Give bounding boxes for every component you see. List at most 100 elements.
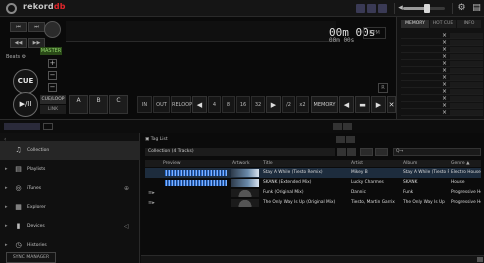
tree-item-collection[interactable]: ♫ Collection <box>0 141 140 160</box>
view-list-button[interactable] <box>336 136 345 143</box>
loop-double-button[interactable]: x2 <box>296 96 309 113</box>
hot-cue-a-button[interactable]: A <box>69 95 88 114</box>
master-tag[interactable]: MASTER <box>40 47 62 55</box>
hot-cue-c-button[interactable]: C <box>109 95 128 114</box>
zoom-in-button[interactable]: + <box>48 59 57 68</box>
tag-list-label[interactable]: ▣ Tag List <box>145 137 168 142</box>
col-album[interactable]: Album <box>403 160 417 167</box>
itunes-refresh-icon[interactable]: ⊕ <box>124 179 129 198</box>
tree-item-explorer[interactable]: ▸ ▦ Explorer <box>0 198 140 217</box>
loop-prev-button[interactable]: ◀ <box>192 96 207 113</box>
memory-next-button[interactable]: ▶ <box>371 96 386 113</box>
delete-cue-icon[interactable]: × <box>442 60 447 67</box>
layout-1-button[interactable] <box>356 4 365 13</box>
memory-cue-row[interactable]: × <box>401 88 483 95</box>
loop-half-button[interactable]: /2 <box>282 96 295 113</box>
search-input[interactable]: Q→ <box>393 148 481 156</box>
loop-size-32[interactable]: 32 <box>251 96 265 113</box>
prev-track-button[interactable]: ⏮ <box>10 22 27 32</box>
memory-cue-row[interactable]: × <box>401 102 483 109</box>
jog-thumbnail[interactable] <box>44 21 61 38</box>
delete-cue-icon[interactable]: × <box>442 102 447 109</box>
track-filter-dropdown[interactable] <box>360 148 373 156</box>
device-eject-icon[interactable]: ◁ <box>124 217 129 236</box>
memory-cue-row[interactable]: × <box>401 32 483 39</box>
cue-loop-link-button[interactable]: LINK <box>40 105 66 114</box>
browser-mode-selector[interactable] <box>4 123 40 130</box>
memory-cue-row[interactable]: × <box>401 109 483 116</box>
analyze-icon[interactable]: ≡▸ <box>148 188 155 198</box>
hot-cue-b-button[interactable]: B <box>89 95 108 114</box>
col-genre[interactable]: Genre ▲ <box>451 160 481 167</box>
delete-cue-icon[interactable]: × <box>442 53 447 60</box>
loop-out-button[interactable]: OUT <box>153 96 170 113</box>
zoom-reset-button[interactable]: − <box>48 83 57 92</box>
memory-button[interactable]: MEMORY <box>311 96 338 113</box>
delete-cue-icon[interactable]: × <box>442 46 447 53</box>
memory-add-button[interactable]: ▬ <box>355 96 370 113</box>
track-row[interactable]: ≡▸ Funk (Original Mix) Dannic Funk Progressi… <box>145 188 481 198</box>
memory-prev-button[interactable]: ◀ <box>339 96 354 113</box>
loop-in-button[interactable]: IN <box>137 96 152 113</box>
tempo-range-button[interactable]: R <box>378 83 388 93</box>
track-row[interactable]: SKANK (Extended Mix) Lucky Charmes SKANK Ho… <box>145 178 481 188</box>
expand-arrow-icon[interactable]: ▸ <box>5 198 8 217</box>
analyze-icon[interactable]: ≡▸ <box>148 198 155 208</box>
expand-arrow-icon[interactable]: ▸ <box>5 179 8 198</box>
col-title[interactable]: Title <box>263 160 273 167</box>
tree-item-devices[interactable]: ▸ ▮ Devices ◁ <box>0 217 140 236</box>
track-row[interactable]: ≡▸ The Only Way Is Up (Original Mix) Tiest… <box>145 198 481 208</box>
filter-button[interactable] <box>337 148 346 156</box>
delete-cue-icon[interactable]: × <box>442 32 447 39</box>
memory-cue-row[interactable]: × <box>401 67 483 74</box>
preview-waveform[interactable] <box>165 190 227 196</box>
tab-info[interactable]: INFO <box>457 20 481 28</box>
memory-cue-row[interactable]: × <box>401 60 483 67</box>
col-artist[interactable]: Artist <box>351 160 363 167</box>
sync-manager-button[interactable]: SYNC MANAGER <box>6 252 56 263</box>
view-toggle-2[interactable] <box>343 123 352 130</box>
loop-size-8[interactable]: 8 <box>222 96 235 113</box>
zoom-out-button[interactable]: − <box>48 71 57 80</box>
loop-next-button[interactable]: ▶ <box>266 96 281 113</box>
view-grid-button[interactable] <box>346 136 355 143</box>
delete-cue-icon[interactable]: × <box>442 109 447 116</box>
gear-icon[interactable]: ⚙ <box>456 3 467 14</box>
view-toggle-1[interactable] <box>333 123 342 130</box>
track-list-scrollbar[interactable] <box>141 255 484 263</box>
memory-cue-row[interactable]: × <box>401 53 483 60</box>
sort-button[interactable] <box>347 148 356 156</box>
layout-3-button[interactable] <box>378 4 387 13</box>
memory-cue-row[interactable]: × <box>401 46 483 53</box>
expand-arrow-icon[interactable]: ▸ <box>5 160 8 179</box>
memory-cue-row[interactable]: × <box>401 81 483 88</box>
expand-arrow-icon[interactable]: ▸ <box>5 217 8 236</box>
memory-cue-row[interactable]: × <box>401 39 483 46</box>
memory-delete-button[interactable]: ✕ <box>387 96 396 113</box>
volume-knob[interactable] <box>424 4 430 13</box>
loop-size-16[interactable]: 16 <box>236 96 250 113</box>
master-volume-slider[interactable] <box>403 4 445 13</box>
memory-cue-row[interactable]: × <box>401 95 483 102</box>
layout-toggle-icon[interactable]: ▤ <box>471 3 482 14</box>
preview-waveform[interactable] <box>165 180 227 186</box>
delete-cue-icon[interactable]: × <box>442 39 447 46</box>
tree-item-playlists[interactable]: ▸ ▤ Playlists <box>0 160 140 179</box>
column-dropdown[interactable] <box>375 148 388 156</box>
col-preview[interactable]: Preview <box>163 160 181 167</box>
preview-waveform[interactable] <box>165 170 227 176</box>
layout-2-button[interactable] <box>367 4 376 13</box>
delete-cue-icon[interactable]: × <box>442 88 447 95</box>
waveform-overview[interactable] <box>66 21 336 42</box>
delete-cue-icon[interactable]: × <box>442 95 447 102</box>
preview-waveform[interactable] <box>165 200 227 206</box>
tree-item-itunes[interactable]: ▸ ◎ iTunes ⊕ <box>0 179 140 198</box>
cue-button[interactable]: CUE <box>13 69 38 94</box>
search-back-button[interactable]: ◀◀ <box>10 38 27 48</box>
tab-hot-cue[interactable]: HOT CUE <box>430 20 456 28</box>
play-pause-button[interactable]: ▶/II <box>13 92 38 117</box>
resize-handle[interactable] <box>477 257 483 262</box>
loop-size-4[interactable]: 4 <box>208 96 221 113</box>
tab-memory[interactable]: MEMORY <box>401 20 429 28</box>
delete-cue-icon[interactable]: × <box>442 81 447 88</box>
